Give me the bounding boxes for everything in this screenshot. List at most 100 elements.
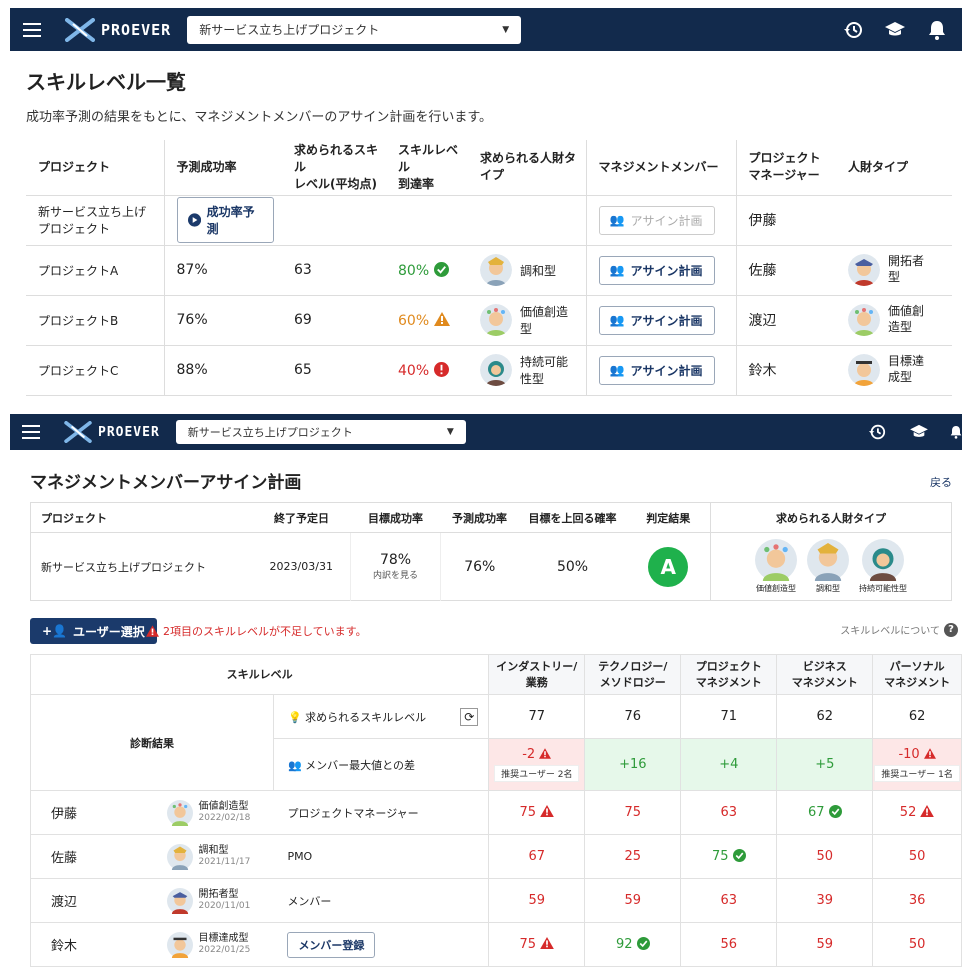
avatar-harmony (480, 254, 512, 286)
menu-icon[interactable] (22, 425, 40, 439)
people-icon: 👥 (287, 758, 302, 772)
project-select-value: 新サービス立ち上げプロジェクト (187, 426, 353, 439)
required-level: 71 (680, 694, 778, 739)
member-skill-table: スキルレベル インダストリー/業務 テクノロジー/メソドロジー プロジェクト マネ… (29, 654, 962, 967)
proever-logo-icon (65, 17, 95, 42)
required-level: 62 (776, 694, 874, 739)
logo: PROEVER (64, 421, 160, 443)
bell-icon[interactable] (926, 19, 948, 41)
col-project: プロジェクト (26, 140, 164, 196)
member-register-button[interactable]: メンバー登録 (287, 931, 376, 958)
warning-icon (923, 748, 936, 759)
diff-value: +5 (776, 738, 874, 791)
check-circle-icon (636, 937, 650, 950)
project-info-table: プロジェクト 終了予定日 目標成功率 予測成功率 目標を上回る確率 判定結果 求… (30, 502, 952, 601)
avatar-value-creation (166, 799, 193, 826)
reach-value: 80% (398, 262, 430, 279)
people-icon: 👥 (609, 263, 625, 277)
table-row: 新サービス立ち上げ プロジェクト 成功率予測 👥 アサイン計画 伊藤 (26, 195, 952, 246)
pm-name: 佐藤 (735, 245, 836, 296)
col-reach: スキルレベル 到達率 (386, 140, 468, 196)
skill-level-table: プロジェクト 予測成功率 求められるスキル レベル(平均点) スキルレベル 到達率 … (26, 140, 952, 396)
warning-icon (146, 625, 159, 637)
table-row: プロジェクトC 88% 65 40% 持続可能性型 👥 アサイン計画 鈴木 目標達… (26, 345, 952, 396)
col-pmtype: 人財タイプ (836, 140, 952, 196)
project-select[interactable]: 新サービス立ち上げプロジェクト ▼ (187, 15, 522, 44)
member-row: 伊藤 価値創造型 2022/02/18 プロジェクトマネージャー 75 75 63… (30, 790, 962, 835)
diagnosis-label: 診断結果 (30, 694, 274, 791)
logo: PROEVER (65, 17, 171, 42)
breakdown-link[interactable]: 内訳を見る (351, 568, 440, 581)
skill-about-link[interactable]: スキルレベルについて? (840, 622, 958, 637)
people-icon: 👥 (609, 363, 625, 377)
project-select-value: 新サービス立ち上げプロジェクト (199, 23, 380, 37)
skill-level-header: スキルレベル (29, 654, 490, 695)
warning-icon (539, 748, 552, 759)
screen-separator (0, 398, 962, 410)
bell-icon[interactable] (950, 421, 962, 443)
project-select[interactable]: 新サービス立ち上げプロジェクト ▼ (175, 420, 466, 444)
required-level: 76 (584, 694, 682, 739)
table-row: プロジェクトB 76% 69 60% 価値創造型 👥 アサイン計画 渡辺 価値創造… (26, 295, 952, 346)
avatar-sustainable (862, 539, 904, 581)
pm-name: 伊藤 (735, 195, 836, 246)
predict-button[interactable]: 成功率予測 (176, 197, 274, 243)
assign-button[interactable]: 👥 アサイン計画 (598, 355, 715, 385)
check-circle-icon (732, 849, 746, 862)
avatar-value-creation (755, 539, 797, 581)
brand-name: PROEVER (98, 424, 160, 440)
avatar-goal-achiever (848, 354, 880, 386)
table-header-row: プロジェクト 予測成功率 求められるスキル レベル(平均点) スキルレベル 到達率 … (26, 140, 952, 196)
history-icon[interactable] (842, 19, 864, 41)
avatar-harmony (166, 843, 193, 870)
skill-value: 65 (282, 345, 386, 396)
assign-button[interactable]: 👥 アサイン計画 (598, 255, 715, 285)
avatar-goal-achiever (166, 931, 193, 958)
graduation-cap-icon[interactable] (884, 19, 906, 41)
avatar-value-creation (480, 304, 512, 336)
people-icon: 👥 (609, 213, 625, 227)
proever-logo-icon (64, 421, 92, 443)
bulb-icon: 💡 (287, 710, 302, 724)
required-type-2: 調和型 (807, 539, 849, 594)
history-icon[interactable] (866, 421, 888, 443)
play-circle-icon (187, 213, 201, 227)
required-type-1: 価値創造型 (755, 539, 797, 594)
menu-icon[interactable] (23, 22, 41, 37)
page-title: スキルレベル一覧 (26, 70, 186, 94)
avatar-sustainable (480, 354, 512, 386)
info-project: 新サービス立ち上げプロジェクト (41, 560, 206, 574)
page-subtitle: 成功率予測の結果をもとに、マネジメントメンバーのアサイン計画を行います。 (26, 110, 493, 125)
grade-badge: A (648, 546, 689, 587)
col-skill: 求められるスキル レベル(平均点) (282, 140, 386, 196)
back-link[interactable]: 戻る (930, 474, 952, 490)
predict-rate: 88% (163, 345, 282, 396)
top-app-bar-2: PROEVER 新サービス立ち上げプロジェクト ▼ (10, 414, 962, 450)
info-target: 78% (379, 552, 412, 568)
project-name: プロジェクトA (26, 245, 164, 296)
reach-value: 40% (398, 362, 430, 379)
recommend-note: 推奨ユーザー 2名 (494, 765, 580, 782)
col-member: マネジメントメンバー (585, 140, 736, 196)
project-name: プロジェクトC (26, 345, 164, 396)
avatar-value-creation (848, 304, 880, 336)
chevron-down-icon: ▼ (502, 24, 510, 35)
assign-plan-title: マネジメントメンバーアサイン計画 (30, 473, 302, 493)
project-name: 新サービス立ち上げ プロジェクト (26, 195, 164, 246)
reach-value: 60% (398, 312, 430, 329)
graduation-cap-icon[interactable] (908, 421, 930, 443)
pm-name: 鈴木 (735, 345, 836, 396)
info-predict: 76% (464, 558, 496, 575)
refresh-icon[interactable]: ⟳ (460, 707, 479, 726)
info-prob: 50% (556, 558, 589, 575)
avatar-pioneer (848, 254, 880, 286)
user-select-button[interactable]: +👤 ユーザー選択 (30, 618, 157, 644)
member-row: 佐藤 調和型 2021/11/17 PMO 67 25 75 50 50 (30, 834, 962, 879)
avatar-pioneer (166, 887, 193, 914)
col-predict: 予測成功率 (163, 140, 282, 196)
assign-button[interactable]: 👥 アサイン計画 (598, 305, 715, 335)
member-row: 鈴木 目標達成型 2022/01/25 メンバー登録 75 92 56 59 50 (30, 922, 962, 967)
chevron-down-icon: ▼ (446, 427, 454, 437)
add-user-icon: +👤 (42, 624, 67, 638)
assign-button-disabled[interactable]: 👥 アサイン計画 (598, 205, 715, 235)
